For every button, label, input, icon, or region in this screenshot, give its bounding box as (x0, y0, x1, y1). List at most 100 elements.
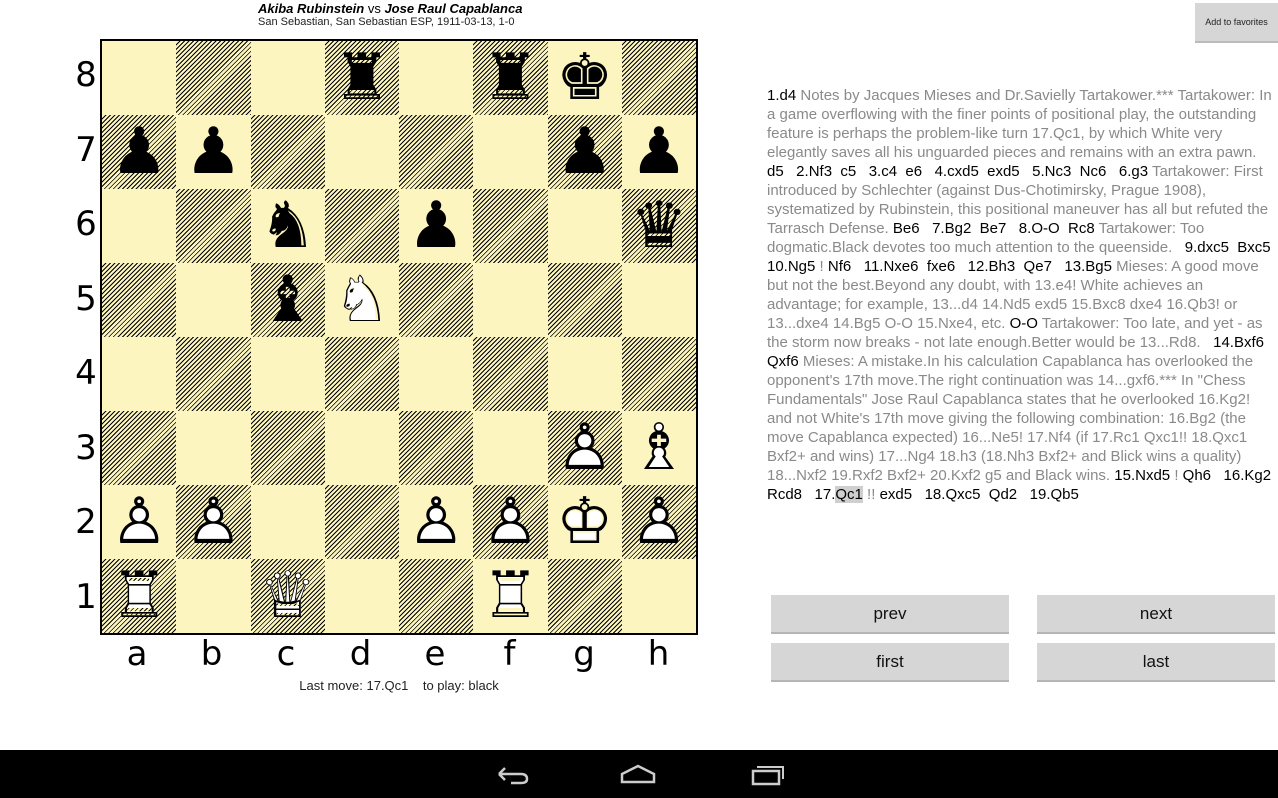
square-h5[interactable] (621, 263, 696, 337)
move-text[interactable]: Be6 7.Bg2 Be7 8.O-O Rc8 (893, 220, 1099, 237)
square-d5[interactable]: ♞ ♘ (324, 263, 399, 337)
black-pawn-icon[interactable]: ♟ (102, 115, 176, 189)
move-text[interactable]: 15.Nxd5 (1114, 467, 1174, 484)
white-pawn-icon[interactable]: ♟ ♙ (548, 411, 622, 485)
home-icon[interactable] (618, 762, 658, 786)
square-a1[interactable]: ♜ ♖ (102, 559, 177, 633)
square-f8[interactable]: ♜ (473, 41, 548, 115)
square-b7[interactable]: ♟ (176, 115, 251, 189)
square-e5[interactable] (399, 263, 474, 337)
white-rook-icon[interactable]: ♜ ♖ (102, 559, 176, 633)
black-pawn-icon[interactable]: ♟ (176, 115, 250, 189)
square-h4[interactable] (621, 337, 696, 411)
square-g4[interactable] (547, 337, 622, 411)
square-c1[interactable]: ♛ ♕ (250, 559, 325, 633)
add-to-favorites-button[interactable]: Add to favorites (1195, 3, 1278, 43)
white-king-icon[interactable]: ♚ ♔ (548, 485, 622, 559)
prev-button[interactable]: prev (771, 595, 1009, 634)
recent-apps-icon[interactable] (747, 762, 787, 786)
square-e7[interactable] (399, 115, 474, 189)
square-e3[interactable] (399, 411, 474, 485)
first-button[interactable]: first (771, 643, 1009, 682)
square-f2[interactable]: ♟ ♙ (473, 485, 548, 559)
square-d3[interactable] (324, 411, 399, 485)
square-d8[interactable]: ♜ (324, 41, 399, 115)
white-pawn-icon[interactable]: ♟ ♙ (473, 485, 547, 559)
square-f5[interactable] (473, 263, 548, 337)
square-b2[interactable]: ♟ ♙ (176, 485, 251, 559)
black-queen-icon[interactable]: ♛ (622, 189, 696, 263)
square-g3[interactable]: ♟ ♙ (547, 411, 622, 485)
square-b3[interactable] (176, 411, 251, 485)
black-rook-icon[interactable]: ♜ (473, 41, 547, 115)
square-c6[interactable]: ♞ (250, 189, 325, 263)
square-h7[interactable]: ♟ (621, 115, 696, 189)
black-pawn-icon[interactable]: ♟ (548, 115, 622, 189)
square-c5[interactable]: ♝ (250, 263, 325, 337)
square-f7[interactable] (473, 115, 548, 189)
chess-board[interactable]: ♜ ♜ ♚ ♟ ♟ ♟ ♟ ♞ ♟ ♛ ♝ ♞ ♘ ♟ ♙ ♝ ♗ ♟ ♙ ♟ ♙ ♟ ♙ ♟ ♙ ♚ ♔ ♟ ♙ ♜ ♖ ♛ ♕ ♜ ♖ (100, 39, 698, 635)
square-g6[interactable] (547, 189, 622, 263)
square-b1[interactable] (176, 559, 251, 633)
square-b4[interactable] (176, 337, 251, 411)
square-c8[interactable] (250, 41, 325, 115)
square-e8[interactable] (399, 41, 474, 115)
square-c7[interactable] (250, 115, 325, 189)
next-button[interactable]: next (1037, 595, 1275, 634)
square-b6[interactable] (176, 189, 251, 263)
black-pawn-icon[interactable]: ♟ (399, 189, 473, 263)
last-button[interactable]: last (1037, 643, 1275, 682)
square-h2[interactable]: ♟ ♙ (621, 485, 696, 559)
square-a5[interactable] (102, 263, 177, 337)
black-knight-icon[interactable]: ♞ (251, 189, 325, 263)
square-f3[interactable] (473, 411, 548, 485)
square-f6[interactable] (473, 189, 548, 263)
square-c3[interactable] (250, 411, 325, 485)
square-a3[interactable] (102, 411, 177, 485)
white-pawn-icon[interactable]: ♟ ♙ (176, 485, 250, 559)
square-g5[interactable] (547, 263, 622, 337)
square-g1[interactable] (547, 559, 622, 633)
black-bishop-icon[interactable]: ♝ (251, 263, 325, 337)
square-e1[interactable] (399, 559, 474, 633)
square-g2[interactable]: ♚ ♔ (547, 485, 622, 559)
square-a4[interactable] (102, 337, 177, 411)
white-queen-icon[interactable]: ♛ ♕ (251, 559, 325, 633)
square-a2[interactable]: ♟ ♙ (102, 485, 177, 559)
back-icon[interactable] (491, 762, 531, 786)
square-b8[interactable] (176, 41, 251, 115)
square-g7[interactable]: ♟ (547, 115, 622, 189)
white-pawn-icon[interactable]: ♟ ♙ (622, 485, 696, 559)
black-pawn-icon[interactable]: ♟ (622, 115, 696, 189)
black-rook-icon[interactable]: ♜ (325, 41, 399, 115)
white-bishop-icon[interactable]: ♝ ♗ (622, 411, 696, 485)
square-a7[interactable]: ♟ (102, 115, 177, 189)
square-e4[interactable] (399, 337, 474, 411)
black-king-icon[interactable]: ♚ (548, 41, 622, 115)
square-h8[interactable] (621, 41, 696, 115)
square-h1[interactable] (621, 559, 696, 633)
square-a6[interactable] (102, 189, 177, 263)
square-h6[interactable]: ♛ (621, 189, 696, 263)
square-b5[interactable] (176, 263, 251, 337)
square-e6[interactable]: ♟ (399, 189, 474, 263)
white-pawn-icon[interactable]: ♟ ♙ (102, 485, 176, 559)
move-text[interactable]: exd5 18.Qxc5 Qd2 19.Qb5 (880, 486, 1079, 503)
square-f1[interactable]: ♜ ♖ (473, 559, 548, 633)
move-notation[interactable]: 1.d4 Notes by Jacques Mieses and Dr.Savi… (767, 86, 1277, 504)
white-knight-icon[interactable]: ♞ ♘ (325, 263, 399, 337)
square-e2[interactable]: ♟ ♙ (399, 485, 474, 559)
move-text[interactable]: Nf6 11.Nxe6 fxe6 12.Bh3 Qe7 13.Bg5 (828, 258, 1116, 275)
square-g8[interactable]: ♚ (547, 41, 622, 115)
square-d1[interactable] (324, 559, 399, 633)
square-f4[interactable] (473, 337, 548, 411)
square-d6[interactable] (324, 189, 399, 263)
square-d4[interactable] (324, 337, 399, 411)
square-d7[interactable] (324, 115, 399, 189)
square-a8[interactable] (102, 41, 177, 115)
move-text[interactable]: d5 2.Nf3 c5 3.c4 e6 4.cxd5 exd5 5.Nc3 Nc… (767, 163, 1152, 180)
square-h3[interactable]: ♝ ♗ (621, 411, 696, 485)
current-move[interactable]: Qc1 (835, 486, 863, 503)
white-rook-icon[interactable]: ♜ ♖ (473, 559, 547, 633)
move-text[interactable]: 1.d4 (767, 87, 800, 104)
